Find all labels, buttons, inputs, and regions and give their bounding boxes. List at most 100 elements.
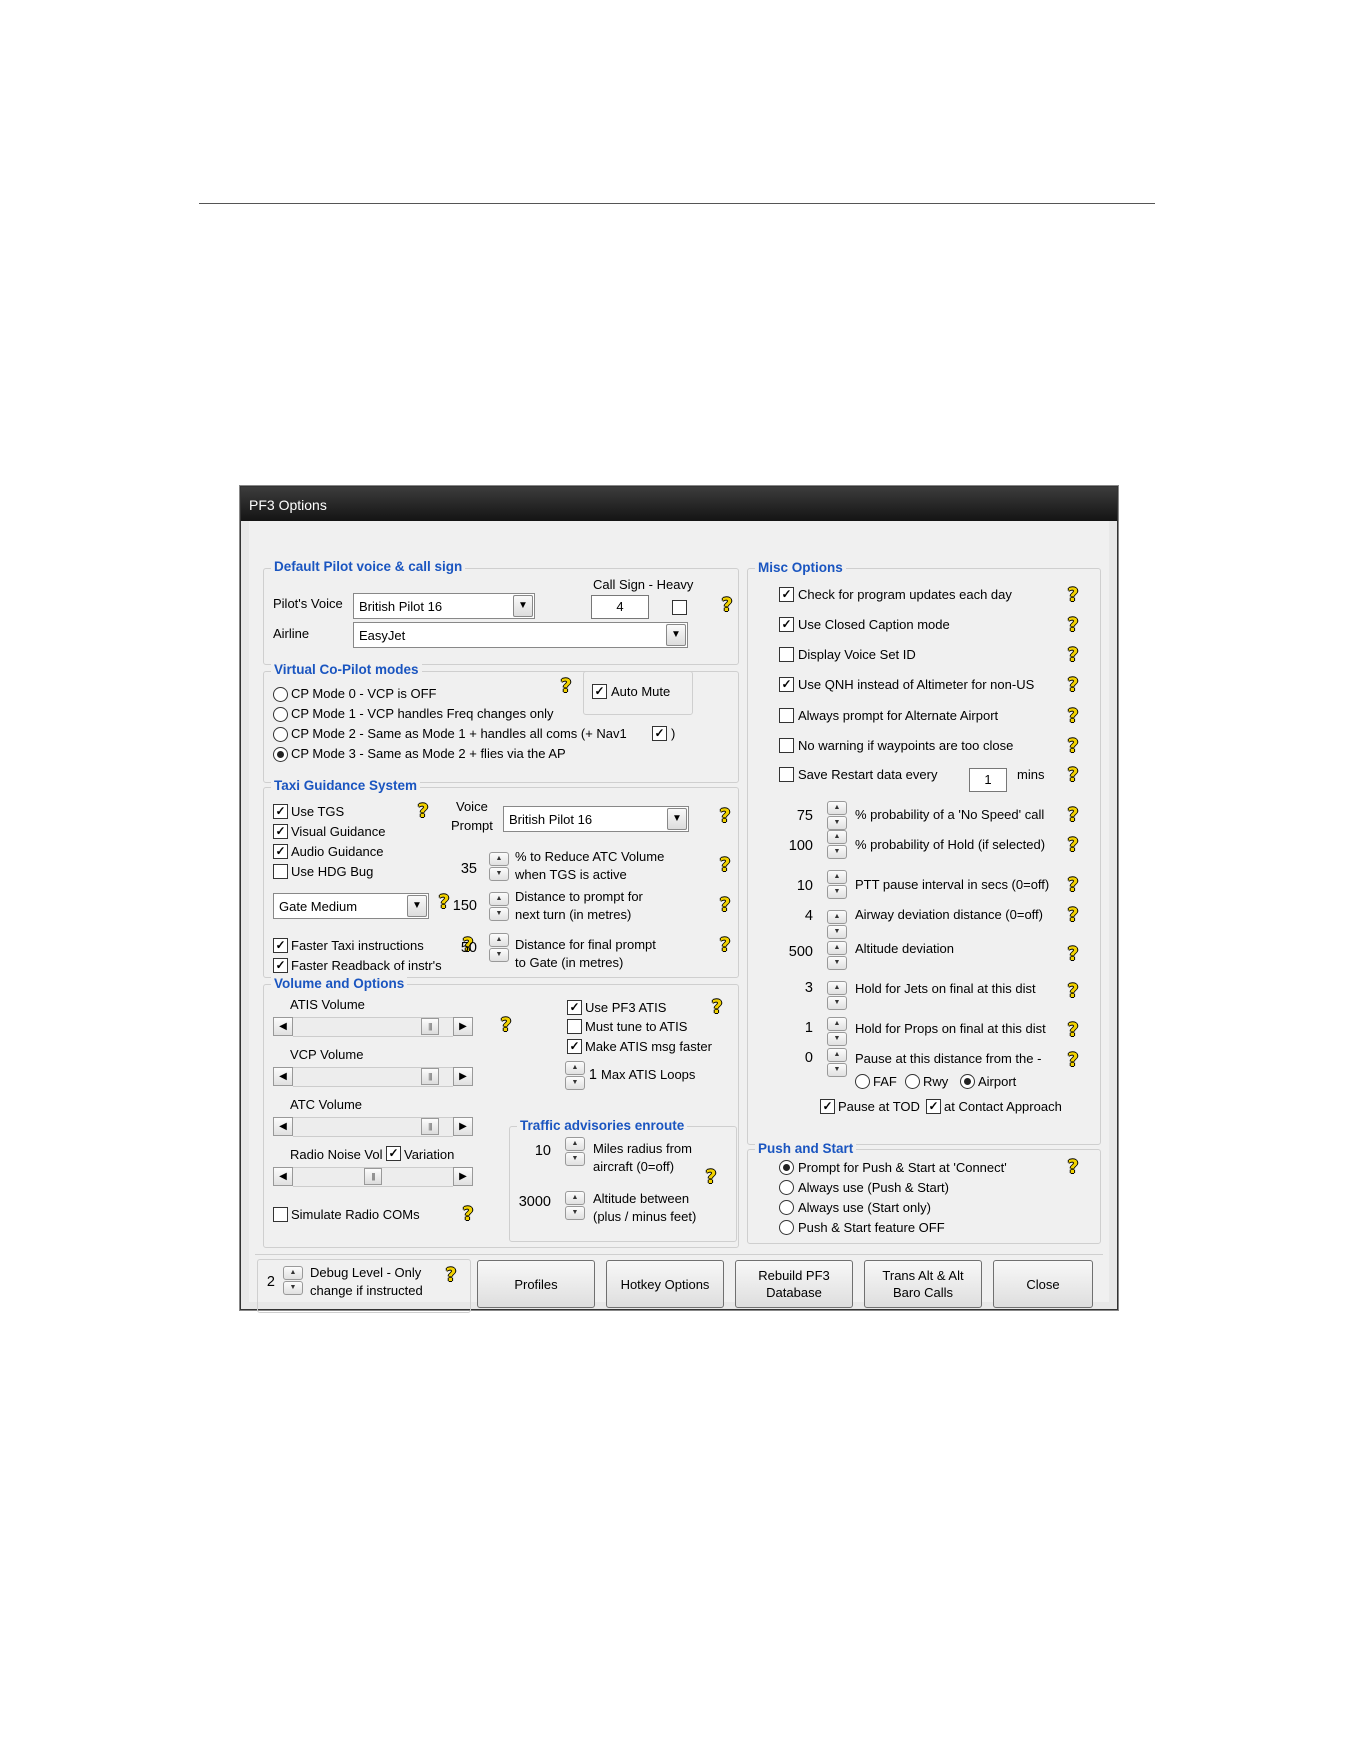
spin-up-icon[interactable]: ▲ — [827, 981, 847, 995]
help-icon[interactable]: ? — [1065, 1050, 1081, 1070]
help-icon[interactable]: ? — [415, 801, 431, 821]
spin-down-icon[interactable]: ▼ — [489, 867, 509, 881]
help-icon[interactable]: ? — [1065, 944, 1081, 964]
spin-up-icon[interactable]: ▲ — [489, 933, 509, 947]
cp-mode-0-radio[interactable] — [273, 687, 288, 702]
hdg-bug-checkbox[interactable] — [273, 864, 288, 879]
help-icon[interactable]: ? — [1065, 905, 1081, 925]
slider-thumb[interactable]: ||| — [420, 1068, 439, 1085]
help-icon[interactable]: ? — [719, 595, 735, 615]
turn-spinner[interactable]: ▲ ▼ — [489, 892, 509, 921]
arrow-left-icon[interactable]: ◀ — [273, 1017, 293, 1036]
help-icon[interactable]: ? — [709, 997, 725, 1017]
spin-up-icon[interactable]: ▲ — [565, 1191, 585, 1205]
arrow-left-icon[interactable]: ◀ — [273, 1167, 293, 1186]
spin-down-icon[interactable]: ▼ — [283, 1281, 303, 1295]
arrow-right-icon[interactable]: ▶ — [453, 1067, 473, 1086]
start-only-radio[interactable] — [779, 1200, 794, 1215]
visual-guidance-checkbox[interactable]: ✓ — [273, 824, 288, 839]
spin-up-icon[interactable]: ▲ — [827, 1017, 847, 1031]
spin-down-icon[interactable]: ▼ — [565, 1076, 585, 1090]
spin-up-icon[interactable]: ▲ — [827, 941, 847, 955]
auto-mute-checkbox[interactable]: ✓ — [592, 684, 607, 699]
spin-down-icon[interactable]: ▼ — [827, 996, 847, 1010]
arrow-right-icon[interactable]: ▶ — [453, 1117, 473, 1136]
cp-mode-2-radio[interactable] — [273, 727, 288, 742]
spin-down-icon[interactable]: ▼ — [827, 816, 847, 830]
save-restart-checkbox[interactable] — [779, 767, 794, 782]
help-icon[interactable]: ? — [1065, 736, 1081, 756]
spin-up-icon[interactable]: ▲ — [827, 1048, 847, 1062]
help-icon[interactable]: ? — [717, 935, 733, 955]
help-icon[interactable]: ? — [1065, 585, 1081, 605]
spin-up-icon[interactable]: ▲ — [827, 801, 847, 815]
make-faster-checkbox[interactable]: ✓ — [567, 1039, 582, 1054]
atis-loops-spinner[interactable]: ▲ ▼ — [565, 1061, 585, 1090]
spin-down-icon[interactable]: ▼ — [827, 1063, 847, 1077]
trans-alt-button[interactable]: Trans Alt & Alt Baro Calls — [864, 1260, 982, 1308]
help-icon[interactable]: ? — [1065, 1157, 1081, 1177]
call-sign-field[interactable]: 4 — [591, 595, 649, 619]
airline-combo[interactable]: EasyJet ▼ — [353, 622, 688, 648]
chevron-down-icon[interactable]: ▼ — [666, 624, 686, 646]
audio-guidance-checkbox[interactable]: ✓ — [273, 844, 288, 859]
arrow-right-icon[interactable]: ▶ — [453, 1167, 473, 1186]
use-pf3-atis-checkbox[interactable]: ✓ — [567, 1000, 582, 1015]
faster-taxi-checkbox[interactable]: ✓ — [273, 938, 288, 953]
push-always-radio[interactable] — [779, 1180, 794, 1195]
help-icon[interactable]: ? — [717, 806, 733, 826]
miles-spinner[interactable]: ▲ ▼ — [565, 1137, 585, 1166]
restart-minutes-field[interactable]: 1 — [969, 768, 1007, 792]
alt-dev-spinner[interactable]: ▲ ▼ — [827, 941, 847, 970]
spin-down-icon[interactable]: ▼ — [827, 845, 847, 859]
help-icon[interactable]: ? — [558, 676, 574, 696]
qnh-checkbox[interactable]: ✓ — [779, 677, 794, 692]
push-prompt-radio[interactable] — [779, 1160, 794, 1175]
spin-up-icon[interactable]: ▲ — [827, 830, 847, 844]
arrow-left-icon[interactable]: ◀ — [273, 1067, 293, 1086]
simulate-radio-checkbox[interactable] — [273, 1207, 288, 1222]
radio-noise-slider[interactable]: ◀ ||| ▶ — [273, 1167, 473, 1187]
help-icon[interactable]: ? — [1065, 675, 1081, 695]
spin-down-icon[interactable]: ▼ — [827, 956, 847, 970]
taxi-voice-combo[interactable]: British Pilot 16 ▼ — [503, 806, 689, 832]
help-icon[interactable]: ? — [1065, 981, 1081, 1001]
gate-dist-spinner[interactable]: ▲ ▼ — [489, 933, 509, 962]
updates-checkbox[interactable]: ✓ — [779, 587, 794, 602]
title-bar[interactable]: PF3 Options — [241, 487, 1117, 521]
spin-down-icon[interactable]: ▼ — [565, 1206, 585, 1220]
hold-props-spinner[interactable]: ▲ ▼ — [827, 1017, 847, 1046]
debug-spinner[interactable]: ▲ ▼ — [283, 1266, 303, 1295]
cp-mode-3-radio[interactable] — [273, 747, 288, 762]
no-speed-spinner[interactable]: ▲ ▼ — [827, 801, 847, 830]
arrow-left-icon[interactable]: ◀ — [273, 1117, 293, 1136]
waypoints-checkbox[interactable] — [779, 738, 794, 753]
close-button[interactable]: Close — [993, 1260, 1093, 1308]
hotkey-options-button[interactable]: Hotkey Options — [606, 1260, 724, 1308]
hold-prob-spinner[interactable]: ▲ ▼ — [827, 830, 847, 859]
must-tune-checkbox[interactable] — [567, 1019, 582, 1034]
help-icon[interactable]: ? — [717, 895, 733, 915]
gate-combo[interactable]: Gate Medium ▼ — [273, 893, 429, 919]
help-icon[interactable]: ? — [498, 1015, 514, 1035]
help-icon[interactable]: ? — [1065, 645, 1081, 665]
spin-down-icon[interactable]: ▼ — [827, 1032, 847, 1046]
chevron-down-icon[interactable]: ▼ — [407, 895, 427, 917]
help-icon[interactable]: ? — [1065, 805, 1081, 825]
spin-down-icon[interactable]: ▼ — [827, 925, 847, 939]
slider-thumb[interactable]: ||| — [420, 1118, 439, 1135]
spin-up-icon[interactable]: ▲ — [565, 1137, 585, 1151]
pause-tod-checkbox[interactable]: ✓ — [820, 1099, 835, 1114]
spin-down-icon[interactable]: ▼ — [489, 907, 509, 921]
faster-readback-checkbox[interactable]: ✓ — [273, 958, 288, 973]
contact-approach-checkbox[interactable]: ✓ — [926, 1099, 941, 1114]
spin-down-icon[interactable]: ▼ — [827, 885, 847, 899]
rwy-radio[interactable] — [905, 1074, 920, 1089]
vcp-volume-slider[interactable]: ◀ ||| ▶ — [273, 1067, 473, 1087]
nav1-checkbox[interactable]: ✓ — [652, 726, 667, 741]
help-icon[interactable]: ? — [460, 1204, 476, 1224]
heavy-checkbox[interactable] — [672, 600, 687, 615]
slider-thumb[interactable]: ||| — [420, 1018, 439, 1035]
rebuild-database-button[interactable]: Rebuild PF3 Database — [735, 1260, 853, 1308]
closed-caption-checkbox[interactable]: ✓ — [779, 617, 794, 632]
